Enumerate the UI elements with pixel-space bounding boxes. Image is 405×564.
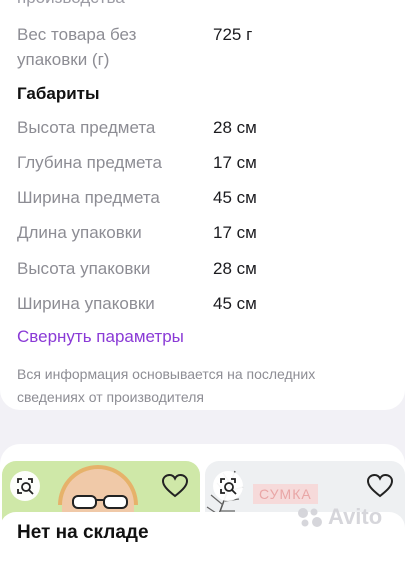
spec-label-package-height: Высота упаковки — [17, 259, 151, 278]
similar-search-button-left[interactable] — [10, 471, 40, 501]
spec-value-package-width: 45 см — [213, 294, 257, 313]
spec-value-package-height: 28 см — [213, 259, 257, 278]
weight-value: 725 г — [213, 25, 253, 44]
similar-search-button-right[interactable] — [213, 471, 243, 501]
spec-label-height: Высота предмета — [17, 118, 156, 137]
watermark-text: Avito — [328, 504, 383, 529]
spec-label-width: Ширина предмета — [17, 188, 160, 207]
image-search-icon — [220, 478, 237, 495]
weight-label-line2: упаковки (г) — [17, 50, 110, 69]
avito-watermark: Avito — [296, 504, 382, 530]
spec-label-package-length: Длина упаковки — [17, 223, 142, 242]
spec-value-package-length: 17 см — [213, 223, 257, 242]
spec-label-depth: Глубина предмета — [17, 153, 162, 172]
favorite-heart-icon-left[interactable] — [160, 471, 190, 501]
dimensions-title: Габариты — [17, 84, 100, 103]
cut-off-label: производства — [17, 0, 125, 8]
sunglasses-graphic — [72, 495, 128, 509]
out-of-stock-text: Нет на складе — [17, 522, 149, 543]
favorite-heart-icon-right[interactable] — [365, 471, 395, 501]
spec-label-package-width: Ширина упаковки — [17, 294, 155, 313]
spec-value-width: 45 см — [213, 188, 257, 207]
spec-value-depth: 17 см — [213, 153, 257, 172]
specs-card: производства Вес товара без упаковки (г)… — [0, 0, 405, 410]
image-search-icon — [17, 478, 34, 495]
disclaimer-text: Вся информация основывается на последних… — [17, 366, 316, 405]
collapse-params-link[interactable]: Свернуть параметры — [17, 327, 184, 347]
bag-label: СУМКА — [253, 484, 318, 504]
weight-label-line1: Вес товара без — [17, 25, 137, 44]
avito-logo-icon — [298, 508, 322, 527]
spec-value-height: 28 см — [213, 118, 257, 137]
